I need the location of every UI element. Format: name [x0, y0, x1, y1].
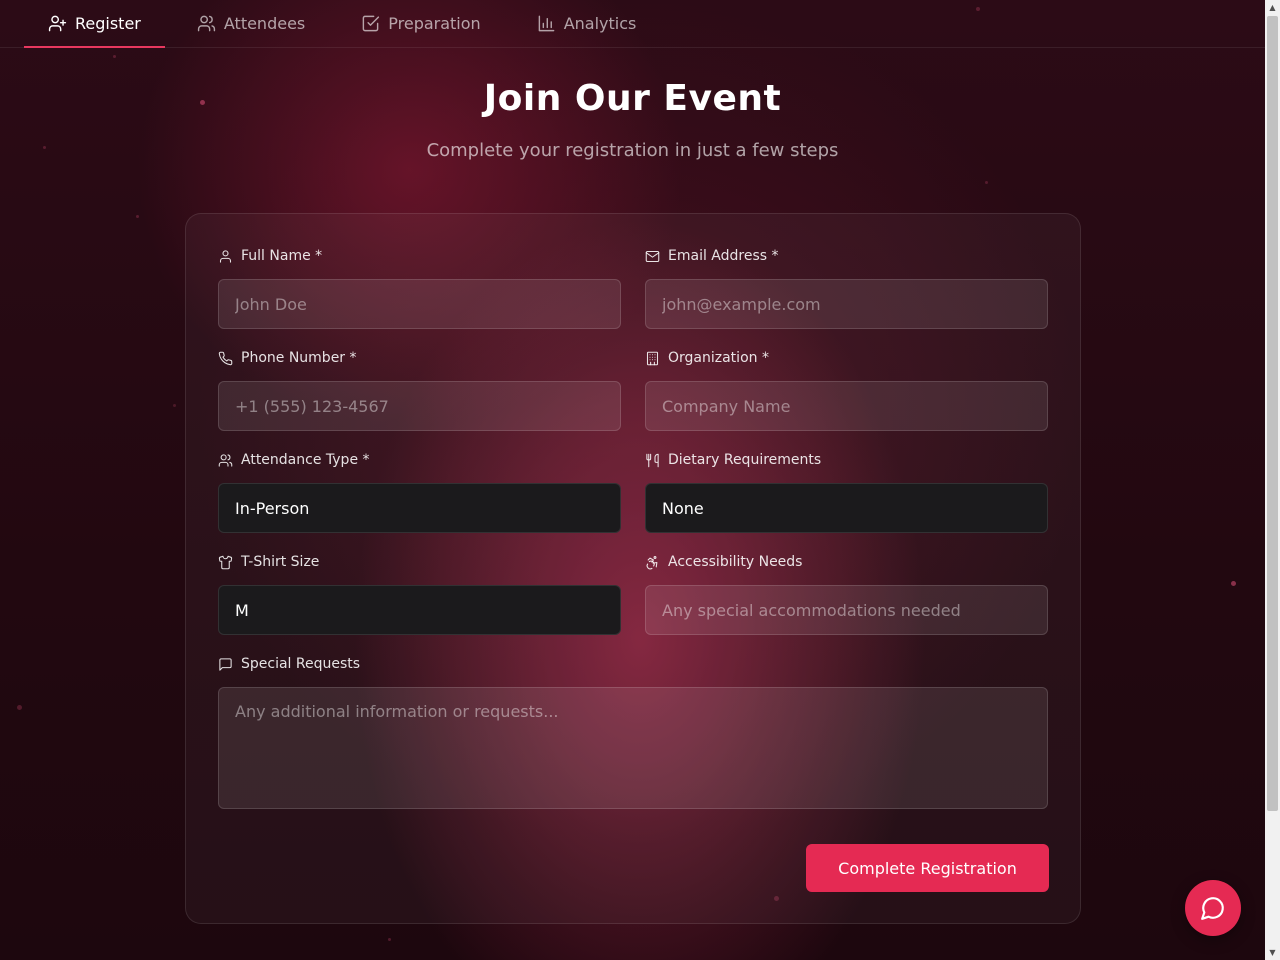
users-icon [197, 15, 216, 32]
bar-chart-icon [538, 15, 555, 32]
phone-input[interactable] [218, 381, 621, 431]
attendance-type-label: Attendance Type * [241, 452, 370, 468]
registration-form: Full Name * Email Address * Phone Number… [185, 213, 1081, 924]
email-input[interactable] [645, 279, 1048, 329]
attendance-type-field: Attendance Type * In-Person [218, 450, 621, 533]
checkbox-icon [362, 15, 380, 32]
organization-field: Organization * [645, 348, 1048, 431]
attendance-type-select[interactable]: In-Person [218, 483, 621, 533]
phone-icon [218, 351, 233, 365]
organization-label: Organization * [668, 350, 769, 366]
full-name-field: Full Name * [218, 246, 621, 329]
users-icon [218, 453, 233, 467]
user-icon [219, 249, 232, 263]
user-plus-icon [48, 15, 67, 32]
special-requests-field: Special Requests [218, 654, 1048, 813]
scroll-thumb[interactable] [1267, 16, 1278, 811]
dietary-select[interactable]: None [645, 483, 1048, 533]
building-icon [646, 351, 659, 365]
phone-field: Phone Number * [218, 348, 621, 431]
page-title: Join Our Event [483, 78, 782, 119]
chat-button[interactable] [1185, 880, 1241, 936]
accessibility-input[interactable] [645, 585, 1048, 635]
utensils-icon [646, 453, 659, 467]
accessibility-icon [646, 555, 658, 569]
page-subtitle: Complete your registration in just a few… [426, 140, 839, 161]
page-scrollbar[interactable]: ▲ ▼ [1265, 0, 1280, 960]
full-name-input[interactable] [218, 279, 621, 329]
dietary-field: Dietary Requirements None [645, 450, 1048, 533]
tshirt-field: T-Shirt Size M [218, 552, 621, 635]
email-label: Email Address * [668, 248, 779, 264]
special-requests-textarea[interactable] [218, 687, 1048, 809]
shirt-icon [218, 555, 233, 569]
special-requests-label: Special Requests [241, 656, 361, 672]
tab-register-label: Register [75, 14, 141, 33]
tshirt-select[interactable]: M [218, 585, 621, 635]
tshirt-label: T-Shirt Size [241, 554, 320, 570]
scroll-down-arrow[interactable]: ▼ [1265, 945, 1280, 960]
complete-registration-button[interactable]: Complete Registration [806, 844, 1049, 892]
scroll-up-arrow[interactable]: ▲ [1265, 0, 1280, 15]
accessibility-label: Accessibility Needs [668, 554, 803, 570]
tab-preparation-label: Preparation [388, 14, 481, 33]
mail-icon [645, 250, 660, 262]
tab-analytics-label: Analytics [563, 14, 637, 33]
message-square-icon [219, 657, 232, 671]
tab-analytics[interactable]: Analytics [513, 0, 661, 47]
tab-register[interactable]: Register [24, 0, 165, 48]
tab-attendees[interactable]: Attendees [173, 0, 329, 47]
tab-preparation[interactable]: Preparation [337, 0, 504, 47]
tab-attendees-label: Attendees [223, 14, 306, 33]
message-circle-icon [1201, 897, 1224, 920]
email-field: Email Address * [645, 246, 1048, 329]
dietary-label: Dietary Requirements [668, 452, 822, 468]
top-navigation: Register Attendees Preparation Analytics [0, 0, 1265, 48]
accessibility-field: Accessibility Needs [645, 552, 1048, 635]
full-name-label: Full Name * [241, 248, 323, 264]
phone-label: Phone Number * [241, 350, 357, 366]
organization-input[interactable] [645, 381, 1048, 431]
